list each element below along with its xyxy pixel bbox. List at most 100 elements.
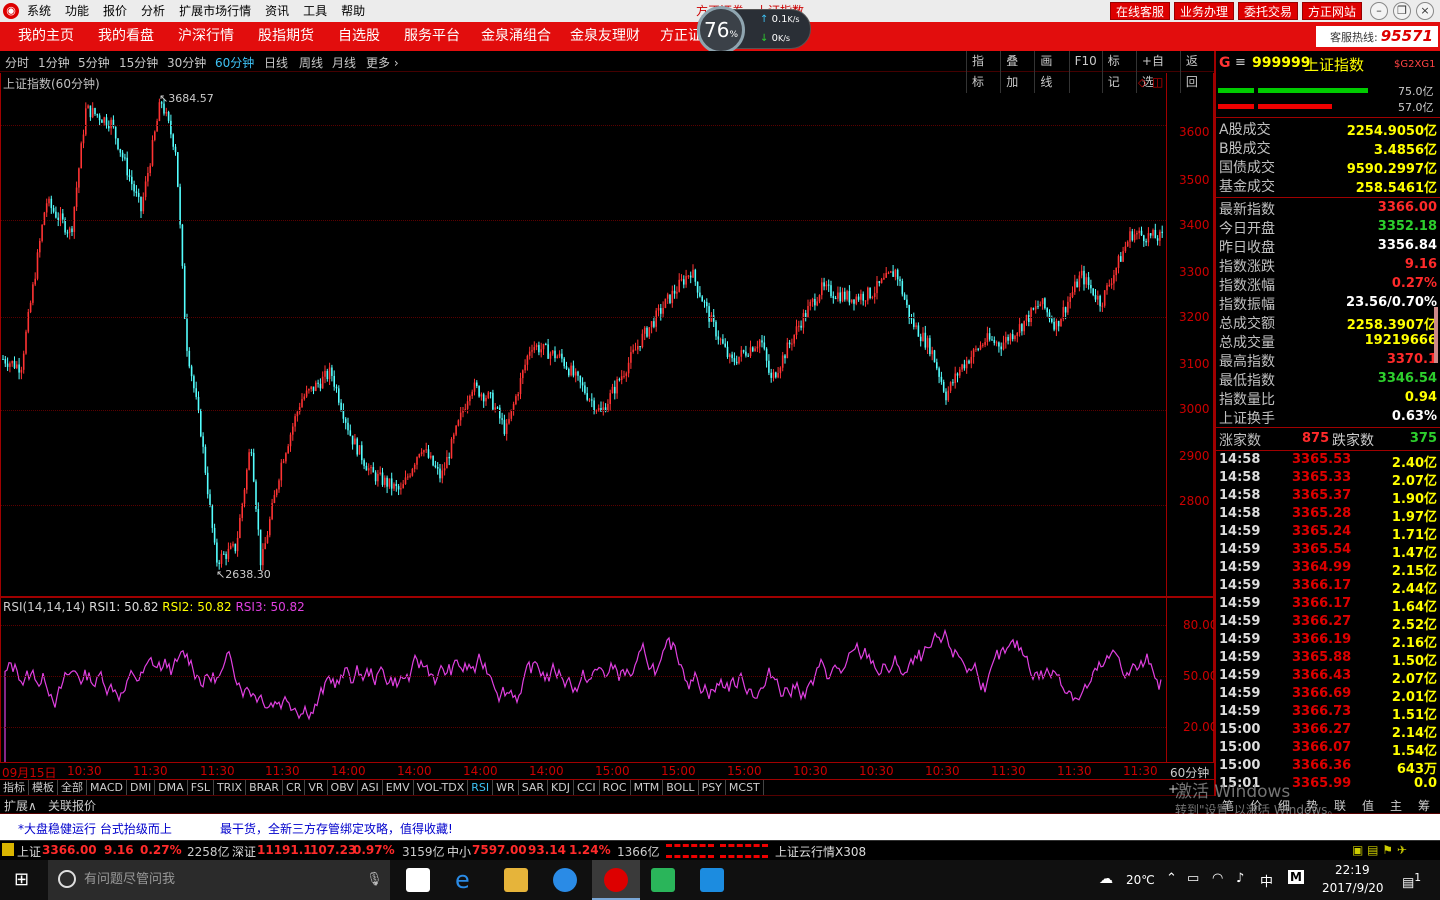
- windows-start-icon[interactable]: ⊞: [14, 869, 29, 890]
- trade-button[interactable]: 委托交易: [1238, 2, 1299, 20]
- indicator-cci[interactable]: CCI: [574, 780, 600, 795]
- video-app-icon[interactable]: [651, 868, 675, 892]
- indicator-rsi[interactable]: RSI: [468, 780, 494, 795]
- tick-row[interactable]: 14:58 3365.53 2.40亿: [1216, 452, 1440, 471]
- tick-row[interactable]: 14:58 3365.28 1.97亿: [1216, 506, 1440, 525]
- tick-row[interactable]: 15:00 3366.27 2.14亿: [1216, 722, 1440, 741]
- tab-chips[interactable]: 筹: [1418, 797, 1430, 814]
- nav-portfolio[interactable]: 金泉涌组合: [481, 22, 551, 51]
- website-button[interactable]: 方正网站: [1302, 2, 1363, 20]
- nav-futures[interactable]: 股指期货: [258, 22, 314, 51]
- expand-button[interactable]: 扩展∧: [4, 797, 37, 814]
- online-service-button[interactable]: 在线客服: [1110, 2, 1171, 20]
- menu-help[interactable]: 帮助: [341, 0, 365, 22]
- notification-icon[interactable]: ▤1: [1402, 871, 1421, 890]
- ie-icon[interactable]: [553, 868, 577, 892]
- input-language[interactable]: 中: [1260, 871, 1273, 890]
- indicator-brar[interactable]: BRAR: [246, 780, 284, 795]
- period-day[interactable]: 日线: [264, 54, 288, 71]
- w-app-icon[interactable]: [700, 868, 724, 892]
- battery-icon[interactable]: ▭: [1187, 871, 1199, 886]
- period-more[interactable]: 更多 ›: [366, 54, 399, 71]
- close-icon[interactable]: ×: [1416, 2, 1434, 20]
- tab-value[interactable]: 值: [1362, 797, 1374, 814]
- zx-name[interactable]: 中小: [447, 843, 471, 860]
- tray-icons[interactable]: ▣ ▤ ⚑ ✈: [1352, 843, 1407, 857]
- menu-quote[interactable]: 报价: [103, 0, 127, 22]
- clock-date[interactable]: 2017/9/20: [1322, 881, 1384, 895]
- tick-row[interactable]: 14:59 3366.73 1.51亿: [1216, 704, 1440, 723]
- tab-main[interactable]: 主: [1390, 797, 1402, 814]
- sh-name[interactable]: 上证: [17, 843, 41, 860]
- nav-market[interactable]: 沪深行情: [178, 22, 234, 51]
- tick-row[interactable]: 14:59 3365.24 1.71亿: [1216, 524, 1440, 543]
- indicator-mcst[interactable]: MCST: [726, 780, 764, 795]
- tick-row[interactable]: 15:00 3366.36 643万: [1216, 758, 1440, 777]
- period-30min[interactable]: 30分钟: [167, 54, 206, 71]
- weather-icon[interactable]: ☁: [1099, 871, 1113, 887]
- tick-row[interactable]: 15:00 3366.07 1.54亿: [1216, 740, 1440, 759]
- tick-row[interactable]: 14:58 3365.33 2.07亿: [1216, 470, 1440, 489]
- indicator-trix[interactable]: TRIX: [214, 780, 247, 795]
- tick-row[interactable]: 14:59 3365.88 1.50亿: [1216, 650, 1440, 669]
- indicator-fsl[interactable]: FSL: [188, 780, 214, 795]
- indicator-dma[interactable]: DMA: [155, 780, 188, 795]
- cloud-quote[interactable]: 上证云行情X308: [775, 843, 866, 860]
- tick-row[interactable]: 14:59 3364.99 2.15亿: [1216, 560, 1440, 579]
- taskbar-search[interactable]: 有问题尽管问我 🎙: [48, 860, 390, 900]
- nav-fangzheng[interactable]: 方正证: [660, 22, 702, 51]
- microphone-icon[interactable]: 🎙: [366, 860, 383, 900]
- indicator-roc[interactable]: ROC: [600, 780, 631, 795]
- tick-row[interactable]: 14:59 3366.17 1.64亿: [1216, 596, 1440, 615]
- clock-time[interactable]: 22:19: [1335, 863, 1370, 877]
- indicator-vr[interactable]: VR: [305, 780, 328, 795]
- ticker-item[interactable]: 最干货，全新三方存管绑定攻略，值得收藏!: [220, 820, 453, 837]
- period-60min[interactable]: 60分钟: [215, 54, 254, 71]
- period-15min[interactable]: 15分钟: [119, 54, 158, 71]
- indicator-cr[interactable]: CR: [283, 780, 306, 795]
- tick-row[interactable]: 14:59 3365.54 1.47亿: [1216, 542, 1440, 561]
- nav-wealth[interactable]: 金泉友理财: [570, 22, 640, 51]
- file-explorer-icon[interactable]: [504, 868, 528, 892]
- tick-row[interactable]: 14:59 3366.43 2.07亿: [1216, 668, 1440, 687]
- tick-row[interactable]: 14:58 3365.37 1.90亿: [1216, 488, 1440, 507]
- menu-tools[interactable]: 工具: [303, 0, 327, 22]
- menu-analysis[interactable]: 分析: [141, 0, 165, 22]
- indicator-mtm[interactable]: MTM: [631, 780, 664, 795]
- indicator-obv[interactable]: OBV: [328, 780, 358, 795]
- news-ticker[interactable]: *大盘稳健运行 台式抬级而上 最干货，全新三方存管绑定攻略，值得收藏!: [0, 814, 1440, 840]
- menu-function[interactable]: 功能: [65, 0, 89, 22]
- business-button[interactable]: 业务办理: [1174, 2, 1235, 20]
- indicator-指标[interactable]: 指标: [0, 780, 29, 795]
- indicator-vol-tdx[interactable]: VOL-TDX: [414, 780, 469, 795]
- ticker-item[interactable]: *大盘稳健运行 台式抬级而上: [18, 820, 172, 837]
- volume-icon[interactable]: ♪: [1236, 871, 1244, 886]
- wifi-icon[interactable]: ◠: [1212, 871, 1223, 886]
- indicator-asi[interactable]: ASI: [358, 780, 383, 795]
- indicator-kdj[interactable]: KDJ: [548, 780, 574, 795]
- tick-row[interactable]: 14:59 3366.27 2.52亿: [1216, 614, 1440, 633]
- tick-row[interactable]: 14:59 3366.19 2.16亿: [1216, 632, 1440, 651]
- scrollbar[interactable]: [1434, 307, 1438, 363]
- indicator-emv[interactable]: EMV: [383, 780, 414, 795]
- tick-row[interactable]: 14:59 3366.17 2.44亿: [1216, 578, 1440, 597]
- period-tick[interactable]: 分时: [5, 54, 29, 71]
- period-1min[interactable]: 1分钟: [38, 54, 70, 71]
- related-quote-button[interactable]: 关联报价: [48, 797, 96, 814]
- restore-icon[interactable]: ❐: [1393, 2, 1411, 20]
- indicator-模板[interactable]: 模板: [29, 780, 58, 795]
- kline-chart[interactable]: 上证指数(60分钟) ◇ ◫ 3600 3500 3400 3300 3200 …: [0, 73, 1214, 597]
- menu-extended-market[interactable]: 扩展市场行情: [179, 0, 251, 22]
- tick-row[interactable]: 14:59 3366.69 2.01亿: [1216, 686, 1440, 705]
- period-5min[interactable]: 5分钟: [78, 54, 110, 71]
- edge-icon[interactable]: e: [455, 868, 479, 892]
- indicator-boll[interactable]: BOLL: [663, 780, 699, 795]
- network-speed-widget[interactable]: 76% ↑ 0.1K/s ↓ 0K/s: [697, 6, 811, 54]
- indicator-sar[interactable]: SAR: [519, 780, 549, 795]
- indicator-psy[interactable]: PSY: [699, 780, 726, 795]
- period-week[interactable]: 周线: [299, 54, 323, 71]
- chevron-up-icon[interactable]: ⌃: [1166, 871, 1177, 886]
- menu-lines-icon[interactable]: ≡: [1235, 55, 1246, 70]
- period-month[interactable]: 月线: [332, 54, 356, 71]
- indicator-全部[interactable]: 全部: [58, 780, 87, 795]
